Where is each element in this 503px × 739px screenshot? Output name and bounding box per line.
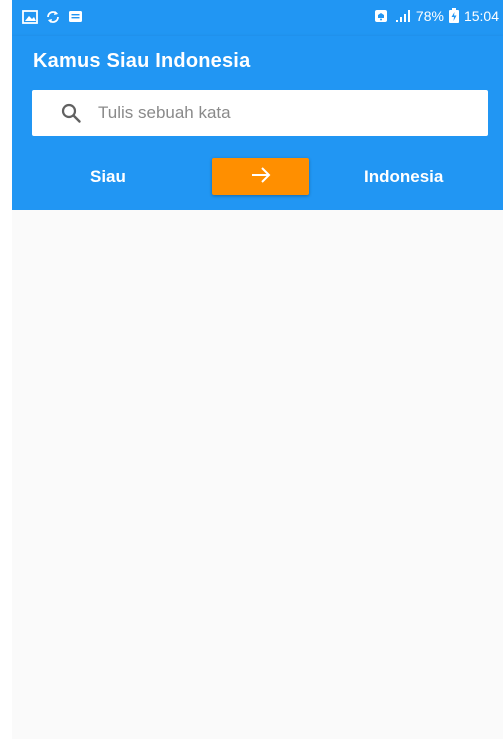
silent-mode-icon (374, 9, 388, 23)
search-input[interactable] (96, 102, 460, 124)
battery-icon (448, 8, 460, 24)
search-icon (60, 102, 82, 124)
gallery-icon (22, 10, 38, 24)
arrow-right-icon (250, 166, 272, 187)
battery-percent: 78% (415, 8, 444, 24)
source-language-label[interactable]: Siau (90, 167, 126, 187)
status-bar-left (22, 9, 83, 25)
clock: 15:04 (463, 8, 499, 24)
language-switch: Siau Indonesia (12, 158, 503, 196)
app-screen: 78% 15:04 Kamus Siau Indonesia Tulis seb… (12, 0, 503, 739)
app-bar: Kamus Siau Indonesia Siau Indo (12, 36, 503, 210)
status-bar-right: 78% 15:04 (374, 8, 499, 24)
message-icon (68, 10, 83, 24)
signal-icon (392, 9, 412, 23)
app-title: Kamus Siau Indonesia (33, 50, 251, 72)
sync-icon (45, 9, 61, 25)
swap-language-button[interactable] (212, 158, 309, 195)
target-language-label[interactable]: Indonesia (364, 167, 443, 187)
results-area (12, 210, 503, 739)
search-box[interactable] (32, 90, 488, 136)
status-bar: 78% 15:04 (12, 0, 503, 36)
